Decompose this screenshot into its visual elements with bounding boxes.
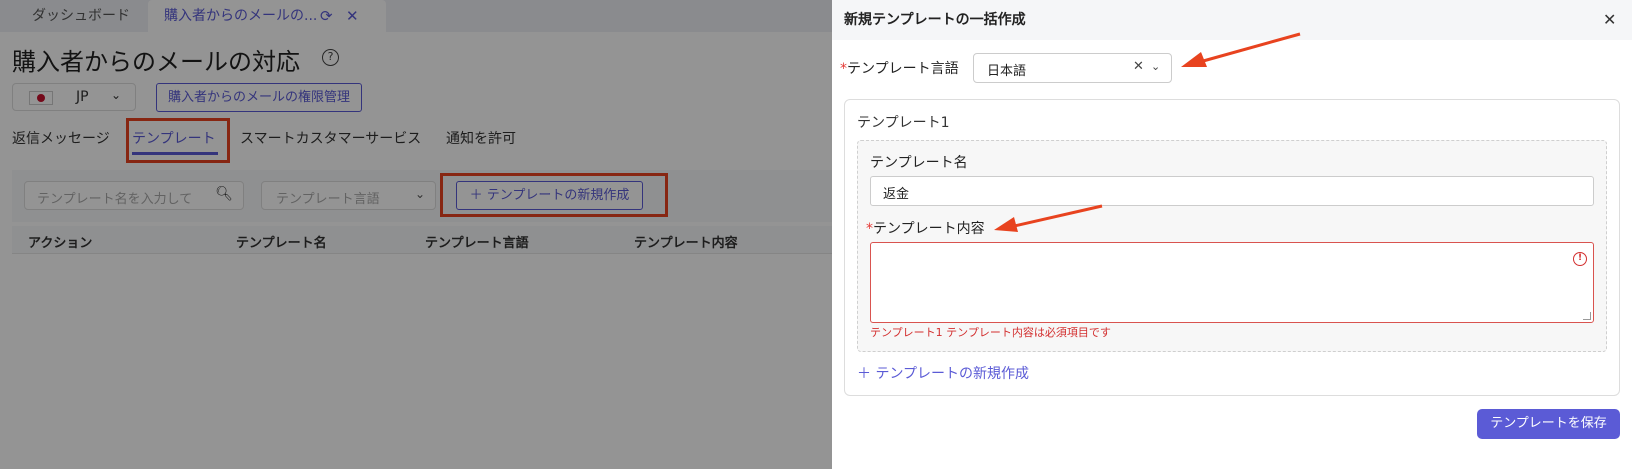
save-template-button[interactable]: テンプレートを保存 xyxy=(1477,409,1620,439)
plus-icon: ＋ xyxy=(857,366,876,382)
template-language-value: 日本語 xyxy=(987,64,1027,79)
required-mark: * xyxy=(840,61,847,77)
template-card-title: テンプレート1 xyxy=(857,115,950,131)
template-name-value: 返金 xyxy=(883,187,910,202)
clear-icon[interactable]: ✕ xyxy=(1133,59,1144,74)
bulk-create-drawer: 新規テンプレートの一括作成 ✕ *テンプレート言語 日本語 ✕ ⌄ テンプレート… xyxy=(832,0,1632,469)
template-language-select[interactable]: 日本語 ✕ ⌄ xyxy=(973,53,1172,83)
template-language-label: *テンプレート言語 xyxy=(840,58,959,78)
drawer-title: 新規テンプレートの一括作成 xyxy=(844,12,1026,28)
error-icon: ! xyxy=(1573,252,1587,266)
template-language-label-text: テンプレート言語 xyxy=(847,61,959,77)
template-content-label: *テンプレート内容 xyxy=(866,218,985,238)
required-mark: * xyxy=(866,221,873,237)
chevron-down-icon: ⌄ xyxy=(1151,60,1161,73)
drawer-close-icon[interactable]: ✕ xyxy=(1603,10,1616,29)
add-template-link[interactable]: ＋ テンプレートの新規作成 xyxy=(857,363,1029,383)
template-content-label-text: テンプレート内容 xyxy=(873,221,985,237)
template-name-label: テンプレート名 xyxy=(870,155,968,171)
content-error-message: テンプレート1 テンプレート内容は必須項目です xyxy=(870,326,1111,339)
add-template-label: テンプレートの新規作成 xyxy=(875,366,1030,382)
drawer-header: 新規テンプレートの一括作成 ✕ xyxy=(832,0,1632,40)
template-content-textarea[interactable]: ! xyxy=(870,242,1594,323)
modal-overlay[interactable] xyxy=(0,0,832,469)
resize-handle[interactable] xyxy=(1583,312,1591,320)
template-name-input[interactable]: 返金 xyxy=(870,176,1594,206)
